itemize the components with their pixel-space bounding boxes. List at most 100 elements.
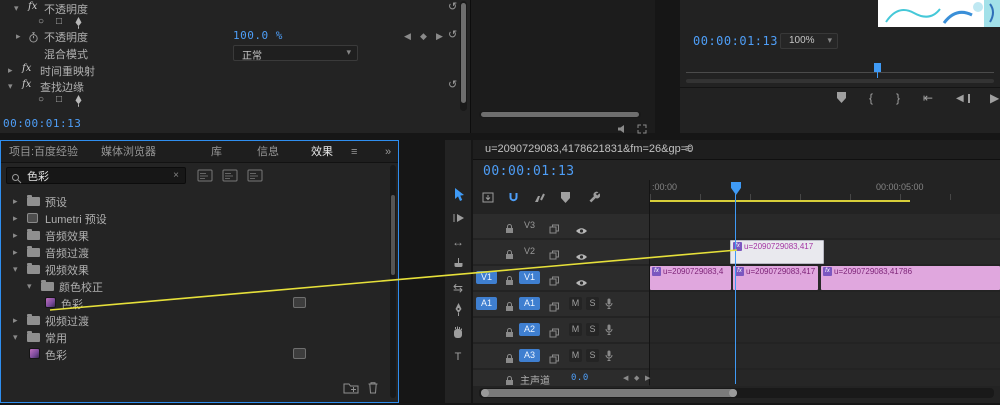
scrollbar-track[interactable] bbox=[479, 111, 641, 118]
next-keyframe-icon[interactable]: ▶ bbox=[436, 31, 443, 42]
toggle-output-eye-icon[interactable] bbox=[575, 222, 588, 240]
razor-tool-icon[interactable] bbox=[445, 257, 471, 277]
effect-filter-badge-icon[interactable] bbox=[247, 169, 263, 187]
track-target-a2[interactable]: A2 bbox=[519, 323, 540, 336]
mark-in-icon[interactable]: { bbox=[869, 91, 873, 105]
panel-menu-icon[interactable]: ≡ bbox=[685, 143, 691, 155]
ellipse-mask-icon[interactable]: ○ bbox=[38, 93, 44, 106]
snap-magnet-icon[interactable] bbox=[508, 190, 519, 208]
twirl-closed-icon[interactable]: ▸ bbox=[16, 31, 21, 42]
reset-effect-icon[interactable]: ↺ bbox=[448, 1, 457, 13]
playhead-line[interactable] bbox=[735, 194, 736, 384]
clip-v1-2[interactable]: fxu=2090729083,417 bbox=[733, 266, 818, 290]
twirl-open-icon[interactable]: ▾ bbox=[13, 264, 18, 275]
trash-icon[interactable] bbox=[367, 381, 379, 399]
tab-overflow-icon[interactable]: » bbox=[385, 141, 391, 163]
program-scrubber-track[interactable] bbox=[686, 72, 994, 73]
sync-lock-icon[interactable] bbox=[549, 221, 560, 239]
sync-lock-icon[interactable] bbox=[549, 325, 560, 343]
timeline-timecode[interactable]: 00:00:01:13 bbox=[483, 164, 575, 179]
track-select-tool-icon[interactable] bbox=[445, 211, 471, 231]
tab-effects[interactable]: 效果 bbox=[311, 141, 333, 163]
toggle-output-eye-icon[interactable] bbox=[575, 248, 588, 266]
track-lane-v3[interactable] bbox=[650, 214, 1000, 238]
add-keyframe-icon[interactable]: ◆ bbox=[634, 374, 639, 382]
mark-out-icon[interactable]: } bbox=[896, 91, 900, 105]
track-target-v3[interactable]: V3 bbox=[519, 219, 540, 232]
slip-tool-icon[interactable]: ⇆ bbox=[445, 280, 471, 300]
sync-lock-icon[interactable] bbox=[549, 351, 560, 369]
lock-icon[interactable] bbox=[505, 247, 514, 265]
pen-tool-icon[interactable] bbox=[445, 303, 471, 323]
fit-zoom-icon[interactable] bbox=[637, 121, 647, 139]
scrollbar-track[interactable] bbox=[390, 165, 396, 398]
add-marker-icon[interactable] bbox=[837, 92, 846, 103]
clip-v1-3[interactable]: fxu=2090729083,41786 bbox=[821, 266, 1000, 290]
go-to-in-icon[interactable]: ⇤ bbox=[923, 91, 933, 105]
scrollbar-track[interactable] bbox=[460, 1, 467, 111]
tab-libraries[interactable]: 库 bbox=[211, 141, 222, 163]
voiceover-mic-icon[interactable] bbox=[605, 297, 613, 315]
pen-mask-icon[interactable] bbox=[74, 94, 83, 112]
tree-item-tint-effect[interactable]: 色彩 bbox=[1, 295, 387, 312]
tree-item-audio-transitions[interactable]: ▸音频过渡 bbox=[1, 244, 387, 261]
program-zoom-scrollbar[interactable] bbox=[686, 79, 994, 83]
program-timecode[interactable]: 00:00:01:13 bbox=[693, 34, 778, 48]
prev-keyframe-icon[interactable]: ◀ bbox=[404, 31, 411, 42]
hand-tool-icon[interactable] bbox=[445, 326, 471, 346]
timeline-tab-title[interactable]: u=2090729083,4178621831&fm=26&gp=0 bbox=[485, 143, 693, 155]
work-area-bar[interactable] bbox=[650, 200, 910, 202]
twirl-closed-icon[interactable]: ▸ bbox=[13, 247, 18, 258]
blend-mode-dropdown[interactable]: 正常 ▾ bbox=[233, 45, 358, 61]
solo-button[interactable]: S bbox=[586, 297, 599, 310]
sync-lock-icon[interactable] bbox=[549, 273, 560, 291]
mute-button[interactable]: M bbox=[569, 323, 582, 336]
source-patch-v1[interactable]: V1 bbox=[476, 271, 497, 284]
track-lane-master[interactable] bbox=[650, 370, 1000, 386]
tree-item-frequently-used[interactable]: ▾常用 bbox=[1, 329, 387, 346]
stopwatch-icon[interactable] bbox=[28, 30, 39, 48]
tree-item-audio-effects[interactable]: ▸音频效果 bbox=[1, 227, 387, 244]
lock-icon[interactable] bbox=[505, 221, 514, 239]
zoom-level-dropdown[interactable]: 100% ▾ bbox=[780, 33, 838, 49]
toggle-output-eye-icon[interactable] bbox=[575, 274, 588, 292]
timeline-zoom-scrollbar-thumb[interactable] bbox=[481, 389, 737, 397]
tree-item-tint-effect[interactable]: 色彩 bbox=[1, 346, 387, 363]
track-target-v2[interactable]: V2 bbox=[519, 245, 540, 258]
rect-mask-icon[interactable]: □ bbox=[56, 93, 62, 106]
scrollbar-thumb[interactable] bbox=[481, 112, 639, 117]
next-keyframe-icon[interactable]: ▶ bbox=[645, 374, 650, 382]
master-volume-value[interactable]: 0.0 bbox=[571, 373, 589, 383]
timeline-ruler[interactable]: :00:00 00:00:05:00 bbox=[650, 180, 1000, 200]
source-patch-a1[interactable]: A1 bbox=[476, 297, 497, 310]
twirl-closed-icon[interactable]: ▸ bbox=[8, 65, 13, 76]
solo-button[interactable]: S bbox=[586, 323, 599, 336]
scrollbar-thumb[interactable] bbox=[461, 3, 466, 103]
ripple-edit-tool-icon[interactable]: ↔ bbox=[445, 234, 471, 254]
lock-icon[interactable] bbox=[505, 351, 514, 369]
twirl-open-icon[interactable]: ▾ bbox=[27, 281, 32, 292]
track-target-a1[interactable]: A1 bbox=[519, 297, 540, 310]
clear-search-icon[interactable]: × bbox=[173, 170, 179, 181]
timeline-settings-wrench-icon[interactable] bbox=[588, 190, 600, 208]
nest-toggle-icon[interactable] bbox=[482, 190, 494, 208]
effect-filter-badge-icon[interactable] bbox=[197, 169, 213, 187]
search-input[interactable] bbox=[27, 169, 157, 182]
lock-icon[interactable] bbox=[505, 299, 514, 317]
mute-button[interactable]: M bbox=[569, 349, 582, 362]
tree-item-video-effects[interactable]: ▾视频效果 bbox=[1, 261, 387, 278]
tree-item-video-transitions[interactable]: ▸视频过渡 bbox=[1, 312, 387, 329]
twirl-open-icon[interactable]: ▾ bbox=[14, 3, 19, 14]
tab-media-browser[interactable]: 媒体浏览器 bbox=[101, 141, 156, 163]
zoom-handle-left[interactable] bbox=[481, 389, 489, 397]
voiceover-mic-icon[interactable] bbox=[605, 323, 613, 341]
track-lane-a1[interactable] bbox=[650, 292, 1000, 316]
add-keyframe-icon[interactable]: ◆ bbox=[420, 31, 427, 42]
reset-effect-icon[interactable]: ↺ bbox=[448, 79, 457, 91]
sync-lock-icon[interactable] bbox=[549, 247, 560, 265]
twirl-closed-icon[interactable]: ▸ bbox=[13, 230, 18, 241]
solo-button[interactable]: S bbox=[586, 349, 599, 362]
tab-project[interactable]: 项目:百度经验 bbox=[9, 141, 78, 163]
track-target-v1[interactable]: V1 bbox=[519, 271, 540, 284]
zoom-handle-right[interactable] bbox=[729, 389, 737, 397]
